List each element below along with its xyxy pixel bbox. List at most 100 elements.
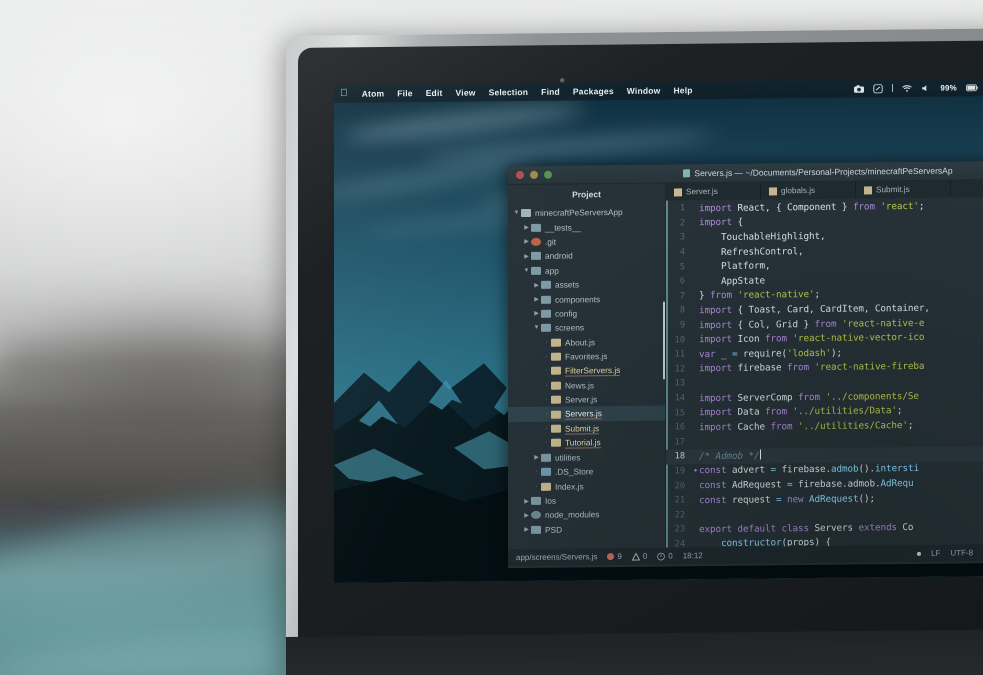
tree-item-label: __tests__ (545, 221, 581, 233)
tree-item[interactable]: · About.js (508, 334, 665, 350)
tree-item[interactable]: · Index.js (508, 478, 665, 494)
project-tree-panel[interactable]: Project ▼ minecraftPeServersApp ▶ __tests__… (508, 183, 666, 550)
apple-icon[interactable]:  (340, 88, 348, 99)
editor-tab[interactable]: Server.js (666, 182, 761, 201)
status-info-group[interactable]: 0 (657, 551, 673, 561)
camera-icon[interactable] (854, 84, 865, 93)
status-error-group[interactable]: 9 (607, 551, 622, 562)
tree-item[interactable]: · Favorites.js (508, 348, 665, 364)
atom-editor-window[interactable]: Servers.js — ~/Documents/Personal-Projec… (508, 160, 983, 569)
menu-item-file[interactable]: File (397, 88, 412, 98)
code-line-text: const AdRequest = firebase.admob.AdRequ (699, 478, 914, 492)
menu-item-find[interactable]: Find (541, 87, 560, 97)
status-encoding[interactable]: UTF-8 (950, 548, 973, 557)
tree-item[interactable]: · Server.js (508, 392, 665, 408)
code-line-text: import Data from '../utilities/Data'; (699, 405, 903, 419)
chevron-right-icon[interactable]: ▶ (532, 296, 541, 303)
chevron-down-icon[interactable]: ▼ (512, 210, 521, 216)
tree-item[interactable]: ▶ Ios (508, 492, 665, 508)
tree-item[interactable]: · Submit.js (508, 420, 665, 436)
status-info-count: 0 (668, 551, 673, 561)
folder-icon (541, 280, 551, 289)
tree-item[interactable]: ▶ components (508, 291, 665, 307)
project-tree-scrollbar[interactable] (663, 301, 665, 380)
folder-icon (531, 266, 541, 275)
tree-item-label: .DS_Store (555, 466, 594, 477)
chevron-right-icon[interactable]: ▶ (522, 238, 531, 245)
js-file-icon (551, 381, 561, 390)
wifi-icon[interactable] (902, 83, 913, 92)
menu-item-selection[interactable]: Selection (489, 87, 529, 97)
status-line-ending[interactable]: LF (931, 549, 940, 558)
menu-item-atom[interactable]: Atom (362, 88, 385, 98)
editor-pane[interactable]: Server.js globals.js Submit.js 1 import Rea… (666, 179, 983, 548)
line-number: 15 (674, 407, 685, 419)
tree-item[interactable]: ▶ utilities (508, 449, 665, 465)
chevron-right-icon[interactable]: ▶ (522, 224, 531, 231)
tree-item[interactable]: · News.js (508, 377, 665, 393)
status-cursor-position[interactable]: 18:12 (683, 551, 703, 560)
chevron-right-icon[interactable]: ▶ (522, 512, 531, 519)
status-spacer (713, 553, 907, 555)
tree-item-label: config (555, 308, 578, 319)
modified-dot-icon[interactable] (917, 551, 922, 556)
root-folder-icon (521, 209, 531, 218)
menu-item-packages[interactable]: Packages (573, 86, 614, 96)
menu-item-view[interactable]: View (456, 88, 476, 98)
project-tree-list[interactable]: ▼ minecraftPeServersApp ▶ __tests__ ▶ .git ▶ an… (508, 205, 665, 538)
tree-item[interactable]: ▶ PSD (508, 521, 665, 537)
tree-item[interactable]: ▶ android (508, 248, 665, 264)
editor-tab-label: Server.js (686, 186, 718, 197)
chevron-right-icon[interactable]: ▶ (522, 497, 531, 504)
tree-item[interactable]: ▶ config (508, 305, 665, 321)
tree-item[interactable]: ▶ .git (508, 233, 665, 249)
tree-item[interactable]: ▼ minecraftPeServersApp (508, 205, 665, 221)
code-line-text: const request = new AdRequest(); (699, 493, 875, 506)
tree-item-label: screens (555, 322, 585, 333)
status-error-count: 9 (617, 551, 622, 562)
tree-item[interactable]: ▶ node_modules (508, 507, 665, 523)
battery-icon[interactable] (966, 83, 978, 92)
editor-tab[interactable]: Submit.js (856, 180, 951, 199)
tree-item[interactable]: · FilterServers.js (508, 363, 665, 379)
chevron-right-icon[interactable]: ▶ (532, 281, 541, 288)
chevron-right-icon[interactable]: ▶ (532, 454, 541, 461)
code-line-text: TouchableHighlight, (699, 230, 826, 244)
tree-item[interactable]: ▼ app (508, 262, 665, 278)
menu-item-edit[interactable]: Edit (426, 88, 443, 98)
menu-item-help[interactable]: Help (673, 85, 692, 95)
tree-bullet-icon: · (545, 440, 548, 447)
chevron-right-icon[interactable]: ▶ (532, 310, 541, 317)
code-line-text: /* Admob */ (699, 449, 762, 463)
line-number: 8 (679, 305, 685, 316)
menu-item-window[interactable]: Window (627, 86, 661, 96)
volume-icon[interactable] (921, 83, 931, 92)
line-number: 9 (679, 320, 685, 331)
chevron-right-icon[interactable]: ▶ (522, 526, 531, 533)
menu-bar-tray[interactable]: 99% (854, 83, 978, 93)
tree-bullet-icon: · (545, 382, 548, 389)
tree-item[interactable]: · .DS_Store (508, 464, 665, 480)
control-center-icon[interactable] (873, 83, 884, 93)
status-warning-group[interactable]: 0 (631, 552, 647, 561)
project-tree-header: Project (572, 189, 601, 200)
tree-item[interactable]: · Tutorial.js (508, 435, 665, 451)
editor-tab[interactable]: globals.js (761, 181, 856, 200)
code-area[interactable]: 1 import React, { Component } from 'react… (666, 197, 983, 548)
tree-item-label: components (555, 293, 601, 305)
chevron-right-icon[interactable]: ▶ (522, 253, 531, 260)
tree-bullet-icon: · (535, 469, 538, 476)
tree-item[interactable]: ▼ screens (508, 320, 665, 336)
tree-item[interactable]: ▶ __tests__ (508, 219, 665, 235)
tree-item[interactable]: ▶ assets (508, 276, 665, 292)
code-line-text: AppState (699, 275, 765, 287)
tree-item[interactable]: · Servers.js (508, 406, 665, 423)
node-modules-icon (531, 511, 541, 520)
folder-icon (531, 525, 541, 534)
chevron-down-icon[interactable]: ▼ (522, 268, 531, 274)
chevron-down-icon[interactable]: ▼ (532, 325, 541, 331)
code-line-text: import Cache from '../utilities/Cache'; (699, 419, 914, 433)
status-file-path[interactable]: app/screens/Servers.js (516, 552, 597, 562)
code-line-text: import { (699, 217, 743, 229)
code-line-text: import ServerComp from '../components/Se (699, 390, 919, 404)
